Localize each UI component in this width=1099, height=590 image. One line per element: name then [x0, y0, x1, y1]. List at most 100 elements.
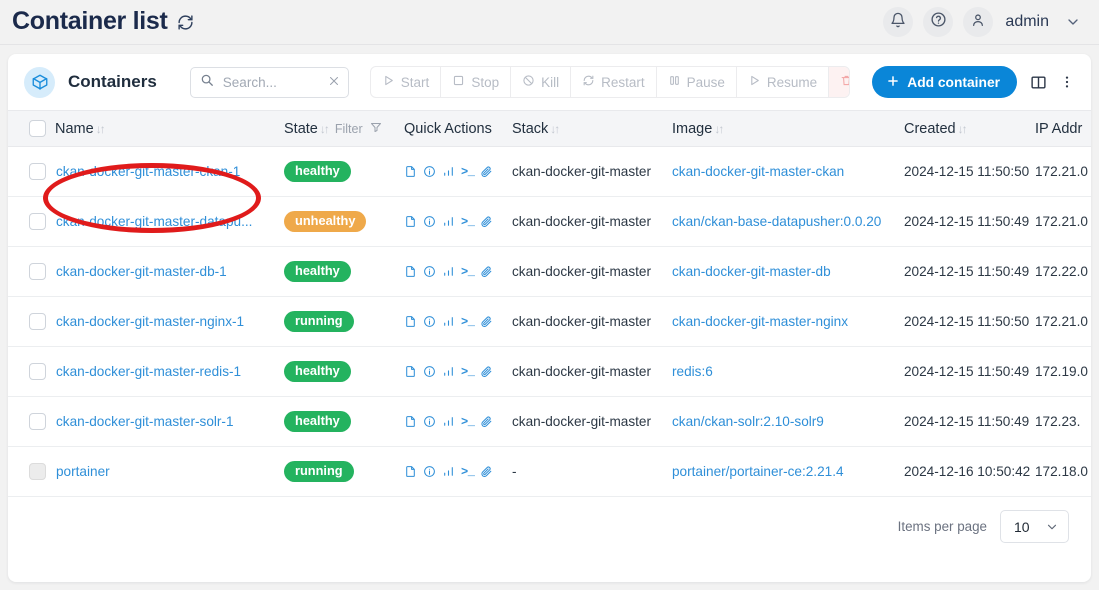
inspect-icon[interactable]: [423, 265, 436, 278]
image-link[interactable]: ckan/ckan-solr:2.10-solr9: [672, 414, 824, 429]
logs-icon[interactable]: [404, 415, 417, 428]
table-row[interactable]: ckan-docker-git-master-solr-1 healthy >_ ck…: [8, 396, 1091, 447]
image-link[interactable]: ckan-docker-git-master-db: [672, 264, 831, 279]
logs-icon[interactable]: [404, 365, 417, 378]
console-icon[interactable]: >_: [461, 265, 475, 279]
stop-button[interactable]: Stop: [441, 67, 512, 97]
stats-icon[interactable]: [442, 415, 455, 428]
sort-icon[interactable]: ↓↑: [96, 122, 106, 136]
column-header-ip[interactable]: IP Addr: [1035, 111, 1091, 147]
notifications-button[interactable]: [883, 7, 914, 37]
avatar[interactable]: [963, 7, 994, 37]
resume-label: Resume: [766, 74, 818, 90]
stats-icon[interactable]: [442, 165, 455, 178]
table-row[interactable]: ckan-docker-git-master-redis-1 healthy >_ c…: [8, 346, 1091, 397]
column-header-image[interactable]: Image ↓↑: [672, 111, 904, 147]
close-icon[interactable]: [324, 75, 340, 89]
attach-icon[interactable]: [480, 365, 493, 378]
row-checkbox[interactable]: [29, 363, 46, 380]
console-icon[interactable]: >_: [461, 365, 475, 379]
table-row[interactable]: ckan-docker-git-master-db-1 healthy >_ ckan…: [8, 246, 1091, 297]
container-name-link[interactable]: portainer: [56, 464, 110, 479]
image-link[interactable]: ckan-docker-git-master-nginx: [672, 314, 848, 329]
kill-button[interactable]: Kill: [511, 67, 572, 97]
logs-icon[interactable]: [404, 265, 417, 278]
column-header-state[interactable]: State ↓↑ Filter: [284, 111, 404, 147]
logs-icon[interactable]: [404, 215, 417, 228]
sort-icon[interactable]: ↓↑: [550, 122, 560, 136]
container-name-link[interactable]: ckan-docker-git-master-solr-1: [56, 414, 234, 429]
row-checkbox[interactable]: [29, 163, 46, 180]
search-box[interactable]: [189, 66, 349, 98]
column-header-created[interactable]: Created ↓↑: [904, 111, 1035, 147]
inspect-icon[interactable]: [423, 215, 436, 228]
stats-icon[interactable]: [442, 365, 455, 378]
resume-button[interactable]: Resume: [737, 67, 830, 97]
help-button[interactable]: [923, 7, 954, 37]
state-filter-label[interactable]: Filter: [335, 122, 363, 136]
logs-icon[interactable]: [404, 465, 417, 478]
image-link[interactable]: ckan/ckan-base-datapusher:0.0.20: [672, 214, 881, 229]
funnel-icon[interactable]: [370, 122, 382, 136]
columns-icon[interactable]: [1030, 74, 1047, 91]
table-row[interactable]: ckan-docker-git-master-nginx-1 running >_ c…: [8, 296, 1091, 347]
console-icon[interactable]: >_: [461, 165, 475, 179]
restart-icon: [582, 74, 595, 90]
table-row[interactable]: ckan-docker-git-master-datapu... unhealth…: [8, 196, 1091, 247]
image-link[interactable]: ckan-docker-git-master-ckan: [672, 164, 844, 179]
chevron-down-icon[interactable]: [1065, 14, 1081, 30]
attach-icon[interactable]: [480, 465, 493, 478]
column-header-stack[interactable]: Stack ↓↑: [512, 111, 672, 147]
more-vertical-icon[interactable]: [1059, 74, 1075, 90]
stats-icon[interactable]: [442, 215, 455, 228]
image-link[interactable]: portainer/portainer-ce:2.21.4: [672, 464, 844, 479]
refresh-icon[interactable]: [177, 14, 194, 31]
inspect-icon[interactable]: [423, 315, 436, 328]
inspect-icon[interactable]: [423, 415, 436, 428]
attach-icon[interactable]: [480, 315, 493, 328]
stats-icon[interactable]: [442, 315, 455, 328]
image-link[interactable]: redis:6: [672, 364, 713, 379]
table-row[interactable]: ckan-docker-git-master-ckan-1 healthy >_ ck…: [8, 146, 1091, 197]
container-name-link[interactable]: ckan-docker-git-master-db-1: [56, 264, 227, 279]
console-icon[interactable]: >_: [461, 415, 475, 429]
container-name-link[interactable]: ckan-docker-git-master-datapu...: [56, 214, 252, 229]
sort-icon[interactable]: ↓↑: [714, 122, 724, 136]
inspect-icon[interactable]: [423, 165, 436, 178]
row-checkbox[interactable]: [29, 263, 46, 280]
inspect-icon[interactable]: [423, 365, 436, 378]
restart-button[interactable]: Restart: [571, 67, 657, 97]
attach-icon[interactable]: [480, 165, 493, 178]
logs-icon[interactable]: [404, 165, 417, 178]
logs-icon[interactable]: [404, 315, 417, 328]
row-checkbox[interactable]: [29, 313, 46, 330]
inspect-icon[interactable]: [423, 465, 436, 478]
table-row[interactable]: portainer running >_ - portainer/portainer-c…: [8, 446, 1091, 497]
start-button[interactable]: Start: [371, 67, 442, 97]
sort-icon[interactable]: ↓↑: [320, 122, 330, 136]
kill-label: Kill: [541, 74, 560, 90]
sort-icon[interactable]: ↓↑: [958, 122, 968, 136]
container-name-link[interactable]: ckan-docker-git-master-redis-1: [56, 364, 241, 379]
container-name-link[interactable]: ckan-docker-git-master-ckan-1: [56, 164, 240, 179]
container-state-cell: healthy: [284, 246, 404, 297]
add-container-button[interactable]: Add container: [872, 66, 1017, 98]
items-per-page-select[interactable]: 10: [1000, 510, 1069, 543]
console-icon[interactable]: >_: [461, 315, 475, 329]
attach-icon[interactable]: [480, 265, 493, 278]
stats-icon[interactable]: [442, 265, 455, 278]
row-checkbox[interactable]: [29, 413, 46, 430]
container-name-link[interactable]: ckan-docker-git-master-nginx-1: [56, 314, 244, 329]
stats-icon[interactable]: [442, 465, 455, 478]
pause-button[interactable]: Pause: [657, 67, 737, 97]
stack-label: ckan-docker-git-master: [512, 314, 651, 329]
attach-icon[interactable]: [480, 215, 493, 228]
console-icon[interactable]: >_: [461, 465, 475, 479]
column-header-name[interactable]: Name ↓↑: [55, 111, 284, 147]
remove-button[interactable]: Remove: [829, 67, 850, 97]
search-input[interactable]: [220, 73, 324, 91]
console-icon[interactable]: >_: [461, 215, 475, 229]
select-all-checkbox[interactable]: [29, 120, 46, 137]
row-checkbox[interactable]: [29, 213, 46, 230]
attach-icon[interactable]: [480, 415, 493, 428]
